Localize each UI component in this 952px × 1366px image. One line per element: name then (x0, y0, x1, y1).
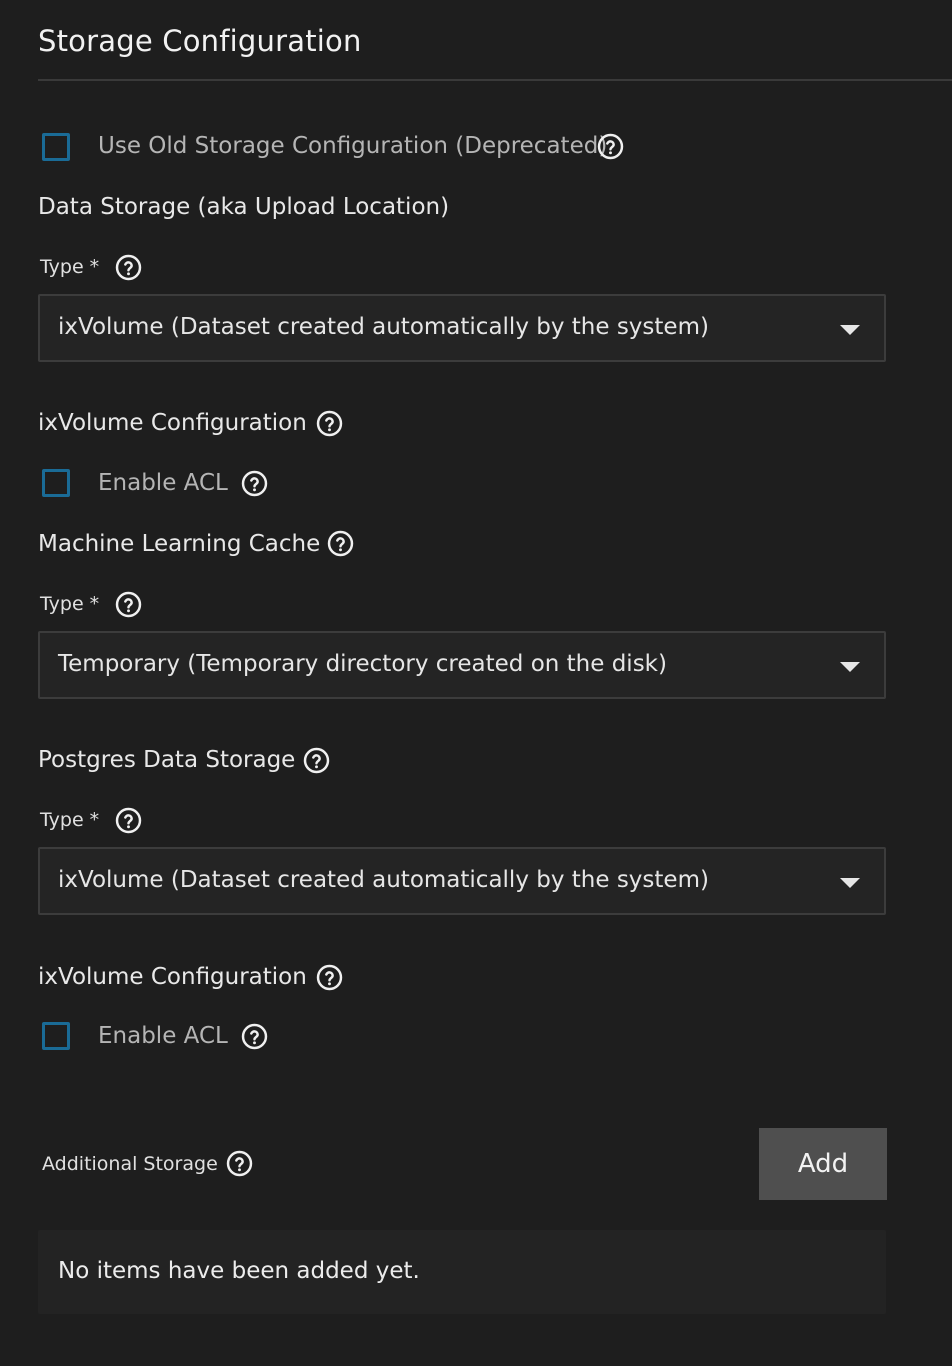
postgres-type-select[interactable]: ixVolume (Dataset created automatically … (38, 847, 886, 915)
caret-down-icon (840, 662, 860, 672)
help-circle-icon[interactable] (316, 410, 343, 437)
data-storage-type-label: Type * (40, 256, 100, 278)
data-acl-label[interactable]: Enable ACL (98, 470, 228, 496)
data-acl-checkbox[interactable] (42, 469, 70, 497)
page-title: Storage Configuration (38, 24, 362, 58)
empty-state-text: No items have been added yet. (58, 1258, 420, 1284)
old-storage-label[interactable]: Use Old Storage Configuration (Deprecate… (98, 133, 607, 159)
help-circle-icon[interactable] (115, 591, 142, 618)
additional-storage-list: No items have been added yet. (38, 1230, 886, 1314)
postgres-acl-label[interactable]: Enable ACL (98, 1023, 228, 1049)
ml-cache-type-label: Type * (40, 593, 100, 615)
help-circle-icon[interactable] (241, 470, 268, 497)
caret-down-icon (840, 878, 860, 888)
help-circle-icon[interactable] (115, 254, 142, 281)
postgres-heading: Postgres Data Storage (38, 747, 296, 773)
help-circle-icon[interactable] (303, 747, 330, 774)
data-storage-type-select[interactable]: ixVolume (Dataset created automatically … (38, 294, 886, 362)
postgres-type-label: Type * (40, 809, 100, 831)
help-circle-icon[interactable] (597, 133, 624, 160)
ml-cache-heading: Machine Learning Cache (38, 531, 321, 557)
postgres-type-value: ixVolume (Dataset created automatically … (58, 867, 709, 893)
data-ixvolume-heading: ixVolume Configuration (38, 410, 307, 436)
additional-storage-label: Additional Storage (42, 1153, 218, 1175)
ml-cache-type-select[interactable]: Temporary (Temporary directory created o… (38, 631, 886, 699)
help-circle-icon[interactable] (115, 807, 142, 834)
data-storage-heading: Data Storage (aka Upload Location) (38, 194, 450, 220)
postgres-ixvolume-heading: ixVolume Configuration (38, 964, 307, 990)
postgres-acl-checkbox[interactable] (42, 1022, 70, 1050)
title-divider (38, 79, 952, 81)
caret-down-icon (840, 325, 860, 335)
data-storage-type-value: ixVolume (Dataset created automatically … (58, 314, 709, 340)
old-storage-checkbox[interactable] (42, 133, 70, 161)
help-circle-icon[interactable] (327, 530, 354, 557)
add-storage-button[interactable]: Add (759, 1128, 887, 1200)
help-circle-icon[interactable] (226, 1150, 253, 1177)
help-circle-icon[interactable] (316, 964, 343, 991)
ml-cache-type-value: Temporary (Temporary directory created o… (58, 651, 667, 677)
help-circle-icon[interactable] (241, 1023, 268, 1050)
